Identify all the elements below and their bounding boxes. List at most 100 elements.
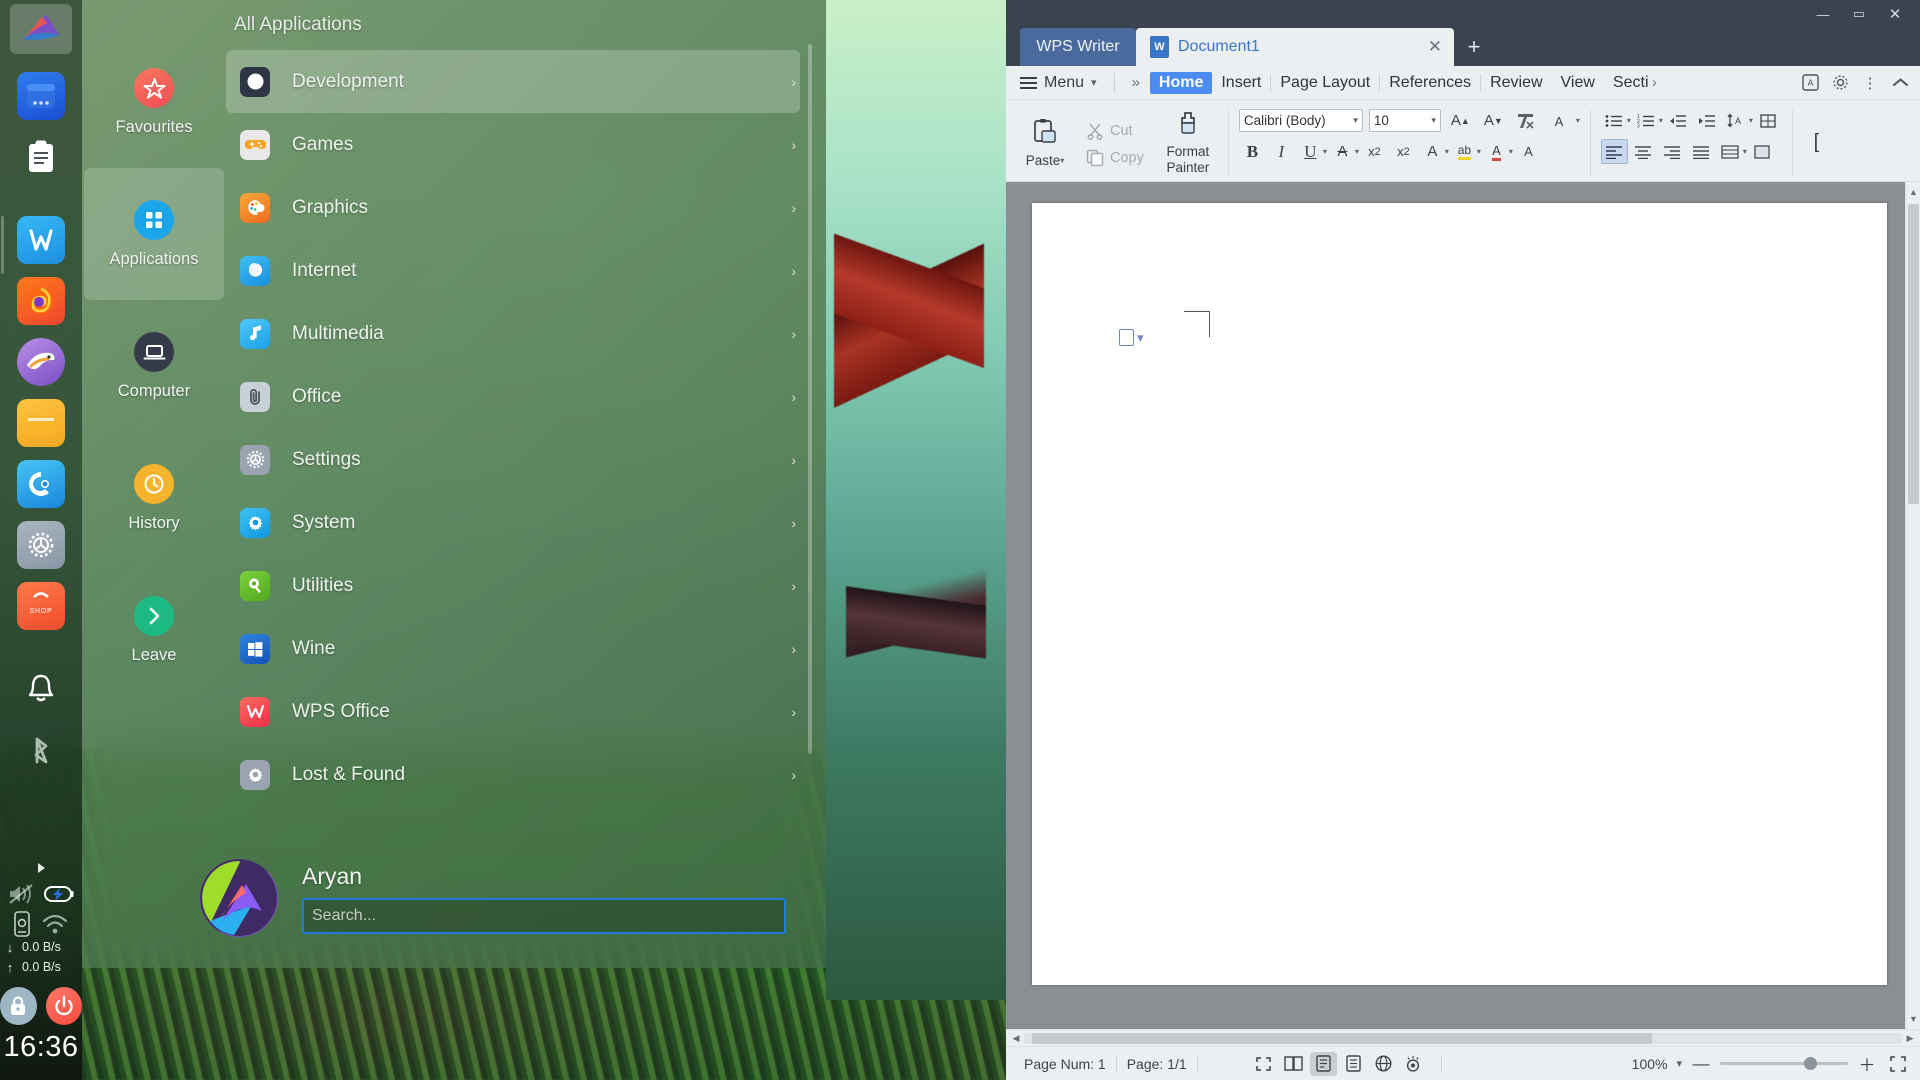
bluetooth-icon[interactable] [17, 726, 65, 774]
scroll-up-arrow-icon[interactable]: ▲ [1906, 184, 1920, 200]
format-painter-button[interactable]: Format Painter [1158, 111, 1218, 175]
settings-gear-icon[interactable] [1826, 70, 1854, 96]
tab-references[interactable]: References [1380, 72, 1480, 94]
align-right-button[interactable] [1659, 139, 1686, 164]
close-button[interactable]: ✕ [1878, 3, 1912, 25]
font-name-combobox[interactable]: Calibri (Body) ▾ [1238, 109, 1363, 132]
numbering-button[interactable]: 123 [1633, 108, 1660, 133]
italic-button[interactable]: I [1268, 139, 1295, 164]
fullscreen-view-icon[interactable] [1250, 1052, 1277, 1076]
chevron-down-icon[interactable]: ▾ [1627, 116, 1631, 125]
vertical-scroll-thumb[interactable] [1908, 204, 1919, 504]
horizontal-scroll-thumb[interactable] [1032, 1032, 1652, 1044]
collapse-ribbon-icon[interactable] [1886, 70, 1914, 96]
tray-expand-row[interactable] [0, 855, 82, 881]
overflow-icon[interactable]: » [1122, 74, 1150, 91]
maximize-button[interactable]: ▭ [1842, 3, 1876, 25]
file-manager-icon[interactable] [17, 399, 65, 447]
underline-button[interactable]: U [1297, 139, 1324, 164]
chevron-down-icon[interactable]: ▾ [1659, 116, 1663, 125]
chevron-down-icon[interactable]: ▾ [1509, 147, 1513, 156]
close-icon[interactable]: ✕ [1410, 37, 1442, 57]
find-replace-icon[interactable]: A [1796, 70, 1824, 96]
tab-insert[interactable]: Insert [1212, 72, 1270, 94]
search-input[interactable] [302, 897, 786, 934]
firefox-icon[interactable] [17, 277, 65, 325]
styles-gallery-button[interactable]: [ [1803, 130, 1830, 155]
category-row-games[interactable]: Games › [226, 113, 800, 176]
new-tab-button[interactable]: + [1454, 28, 1494, 66]
asian-layout-button[interactable]: A [1546, 108, 1573, 133]
lock-icon[interactable] [0, 987, 37, 1025]
category-row-internet[interactable]: Internet › [226, 239, 800, 302]
increase-indent-button[interactable] [1694, 108, 1721, 133]
sidebar-item-applications[interactable]: Applications [84, 168, 224, 300]
tab-page-layout[interactable]: Page Layout [1271, 72, 1379, 94]
category-row-lost-and-found[interactable]: Lost & Found › [226, 743, 800, 806]
category-row-office[interactable]: Office › [226, 365, 800, 428]
zoom-slider-knob[interactable] [1804, 1057, 1817, 1070]
chevron-down-icon[interactable]: ▾ [1323, 147, 1327, 156]
tab-view[interactable]: View [1552, 72, 1604, 94]
device-settings-icon[interactable] [13, 911, 31, 937]
calamares-icon[interactable] [17, 460, 65, 508]
category-row-multimedia[interactable]: Multimedia › [226, 302, 800, 365]
font-size-combobox[interactable]: 10 ▾ [1368, 109, 1441, 132]
zoom-out-button[interactable]: — [1691, 1054, 1711, 1074]
settings-gear-icon[interactable] [17, 521, 65, 569]
character-border-button[interactable]: A [1515, 139, 1542, 164]
paste-button[interactable]: Paste ▾ [1018, 118, 1072, 168]
strikethrough-button[interactable]: A [1329, 139, 1356, 164]
user-avatar[interactable] [200, 859, 278, 937]
wps-writer-icon[interactable] [17, 216, 65, 264]
print-layout-icon[interactable] [1309, 1051, 1337, 1076]
distribute-button[interactable] [1717, 139, 1744, 164]
category-row-development[interactable]: Development › [226, 50, 800, 113]
copy-button[interactable]: Copy [1082, 146, 1148, 170]
decrease-indent-button[interactable] [1665, 108, 1692, 133]
category-row-graphics[interactable]: Graphics › [226, 176, 800, 239]
tab-review[interactable]: Review [1481, 72, 1551, 94]
chevron-down-icon[interactable]: ▾ [1749, 116, 1753, 125]
app-tab-wps-writer[interactable]: WPS Writer [1020, 28, 1136, 66]
vertical-scrollbar[interactable]: ▲ ▼ [1905, 182, 1920, 1029]
align-left-button[interactable] [1600, 139, 1628, 164]
line-spacing-button[interactable]: A [1723, 108, 1750, 133]
window-manager-icon[interactable] [17, 72, 65, 120]
volume-muted-icon[interactable] [8, 883, 34, 905]
zoom-slider[interactable] [1720, 1057, 1848, 1070]
sidebar-item-favourites[interactable]: Favourites [84, 36, 224, 168]
more-vertical-icon[interactable]: ⋮ [1856, 70, 1884, 96]
scroll-right-arrow-icon[interactable]: ▶ [1902, 1031, 1918, 1046]
font-color-button[interactable]: A [1483, 139, 1510, 164]
document-page[interactable]: ▾ [1032, 203, 1887, 985]
zoom-value[interactable]: 100% [1632, 1056, 1668, 1072]
shading-button[interactable] [1749, 139, 1776, 164]
superscript-button[interactable]: x2 [1361, 139, 1388, 164]
clear-formatting-button[interactable] [1513, 108, 1540, 133]
tab-section[interactable]: Section [1604, 72, 1648, 94]
subscript-button[interactable]: x2 [1390, 139, 1417, 164]
bold-button[interactable]: B [1239, 139, 1266, 164]
chevron-down-icon[interactable]: ▾ [1445, 147, 1449, 156]
wifi-icon[interactable] [41, 913, 69, 935]
category-row-wine[interactable]: Wine › [226, 617, 800, 680]
expand-icon[interactable] [1886, 1055, 1910, 1072]
battery-charging-icon[interactable] [44, 885, 74, 903]
minimize-button[interactable]: — [1806, 3, 1840, 25]
highlight-color-button[interactable]: ab [1451, 139, 1478, 164]
notification-bell-icon[interactable] [17, 665, 65, 713]
thunderbird-icon[interactable] [17, 338, 65, 386]
dock-clock[interactable]: 16:36 [0, 1025, 82, 1074]
menu-scrollbar[interactable] [808, 44, 812, 754]
category-row-settings[interactable]: Settings › [226, 428, 800, 491]
eye-protection-icon[interactable] [1400, 1052, 1427, 1076]
sidebar-item-history[interactable]: History [84, 432, 224, 564]
bullets-button[interactable] [1601, 108, 1628, 133]
reading-layout-icon[interactable] [1280, 1052, 1307, 1076]
horizontal-scrollbar[interactable]: ◀ ▶ [1006, 1029, 1920, 1046]
grow-font-button[interactable]: A ▲ [1447, 108, 1474, 133]
horizontal-scroll-track[interactable] [1024, 1032, 1902, 1044]
chevron-down-icon[interactable]: ▾ [1743, 147, 1747, 156]
web-layout-icon[interactable] [1370, 1052, 1397, 1076]
